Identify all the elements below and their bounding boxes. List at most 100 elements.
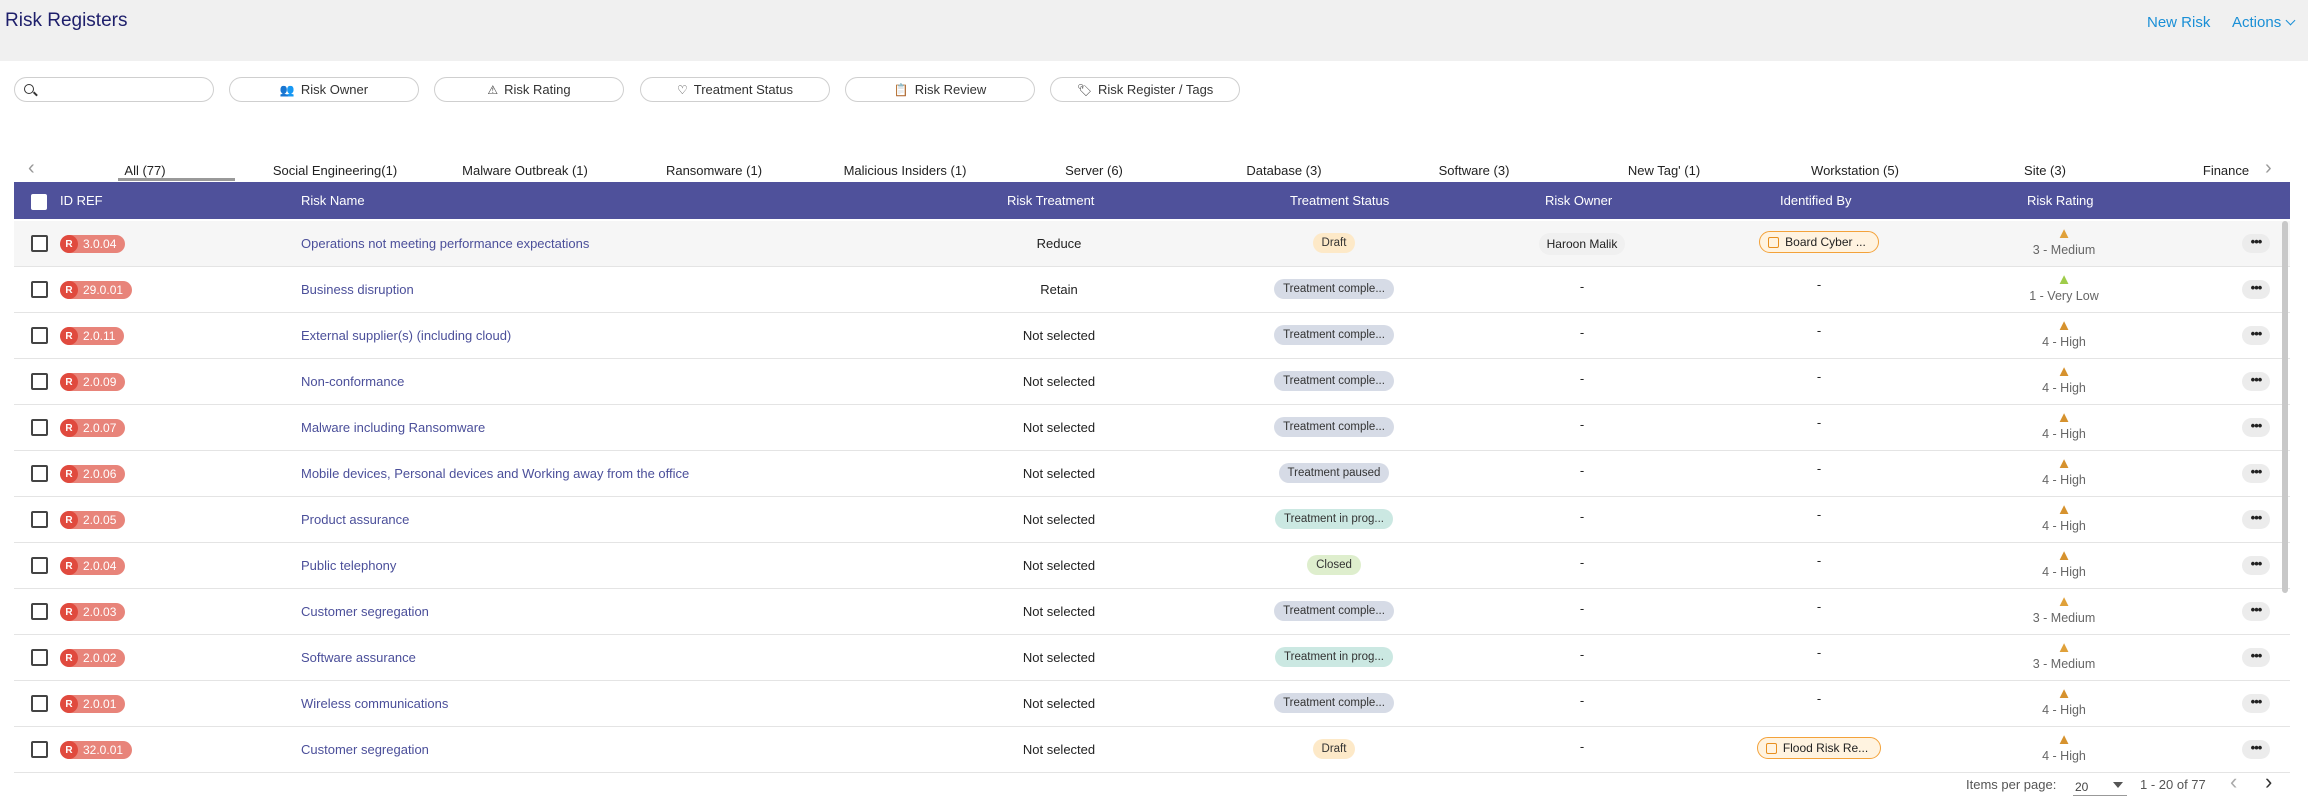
risk-name-link[interactable]: Mobile devices, Personal devices and Wor… [301,466,689,481]
row-checkbox[interactable] [31,327,48,344]
tab-0[interactable]: All (77) [124,163,165,178]
col-risk-treatment[interactable]: Risk Treatment [1007,193,1094,208]
items-per-page-select[interactable]: 20 [2073,776,2127,796]
row-checkbox[interactable] [31,281,48,298]
more-options-button[interactable]: ••• [2242,648,2270,667]
next-page-icon[interactable]: › [2265,771,2272,793]
tab-2[interactable]: Malware Outbreak (1) [462,163,588,178]
id-ref-badge[interactable]: R 2.0.09 [60,373,126,391]
tab-11[interactable]: Finance [2203,163,2249,178]
risk-name-link[interactable]: Business disruption [301,282,414,297]
id-ref-badge[interactable]: R 32.0.01 [60,741,133,759]
col-id-ref[interactable]: ID REF [60,193,103,208]
risk-rating-label: 4 - High [2042,749,2086,763]
identified-by-cell: Flood Risk Re... [1719,737,1919,759]
tab-1[interactable]: Social Engineering(1) [273,163,397,178]
table-row[interactable]: R 29.0.01 Business disruption Retain Tre… [14,267,2290,313]
risk-name-link[interactable]: External supplier(s) (including cloud) [301,328,511,343]
more-options-button[interactable]: ••• [2242,694,2270,713]
tab-9[interactable]: Workstation (5) [1811,163,1899,178]
risk-name-link[interactable]: Malware including Ransomware [301,420,485,435]
tab-7[interactable]: Software (3) [1439,163,1510,178]
tab-4[interactable]: Malicious Insiders (1) [844,163,967,178]
tab-8[interactable]: New Tag' (1) [1628,163,1700,178]
identified-by-chip[interactable]: Board Cyber ... [1759,231,1879,253]
vertical-scrollbar[interactable] [2282,221,2288,593]
id-ref-badge[interactable]: R 2.0.05 [60,511,126,529]
row-checkbox[interactable] [31,557,48,574]
table-row[interactable]: R 2.0.04 Public telephony Not selected C… [14,543,2290,589]
new-risk-button[interactable]: New Risk [2147,14,2210,31]
table-row[interactable]: R 2.0.06 Mobile devices, Personal device… [14,451,2290,497]
previous-page-icon[interactable]: ‹ [2230,771,2237,793]
id-ref-badge[interactable]: R 2.0.06 [60,465,126,483]
col-risk-rating[interactable]: Risk Rating [2027,193,2093,208]
row-checkbox[interactable] [31,695,48,712]
risk-name-link[interactable]: Operations not meeting performance expec… [301,236,589,251]
filter-risk-review-button[interactable]: 📋 Risk Review [845,77,1035,102]
more-options-button[interactable]: ••• [2242,510,2270,529]
table-row[interactable]: R 2.0.02 Software assurance Not selected… [14,635,2290,681]
row-checkbox[interactable] [31,235,48,252]
row-checkbox[interactable] [31,603,48,620]
id-ref-badge[interactable]: R 29.0.01 [60,281,133,299]
row-checkbox[interactable] [31,741,48,758]
row-checkbox[interactable] [31,373,48,390]
col-identified-by[interactable]: Identified By [1780,193,1852,208]
filter-risk-rating-button[interactable]: ⚠ Risk Rating [434,77,624,102]
table-row[interactable]: R 2.0.11 External supplier(s) (including… [14,313,2290,359]
more-options-button[interactable]: ••• [2242,372,2270,391]
row-checkbox[interactable] [31,511,48,528]
id-ref-badge[interactable]: R 2.0.07 [60,419,126,437]
row-checkbox[interactable] [31,649,48,666]
tab-6[interactable]: Database (3) [1246,163,1321,178]
id-ref-badge[interactable]: R 2.0.01 [60,695,126,713]
risk-name-link[interactable]: Wireless communications [301,696,448,711]
tab-10[interactable]: Site (3) [2024,163,2066,178]
id-ref-badge[interactable]: R 2.0.02 [60,649,126,667]
identified-by-chip[interactable]: Flood Risk Re... [1756,737,1882,759]
table-row[interactable]: R 2.0.05 Product assurance Not selected … [14,497,2290,543]
table-row[interactable]: R 2.0.09 Non-conformance Not selected Tr… [14,359,2290,405]
more-options-button[interactable]: ••• [2242,464,2270,483]
filter-risk-register-tags-button[interactable]: 🏷 Risk Register / Tags [1050,77,1240,102]
risk-name-link[interactable]: Customer segregation [301,742,429,757]
id-ref-number: 2.0.09 [83,375,117,389]
filter-treatment-status-button[interactable]: ♡ Treatment Status [640,77,830,102]
more-options-button[interactable]: ••• [2242,326,2270,345]
risk-name-link[interactable]: Customer segregation [301,604,429,619]
id-ref-badge[interactable]: R 2.0.04 [60,557,126,575]
table-row[interactable]: R 32.0.01 Customer segregation Not selec… [14,727,2290,773]
col-risk-owner[interactable]: Risk Owner [1545,193,1612,208]
tab-5[interactable]: Server (6) [1065,163,1123,178]
select-all-checkbox[interactable] [31,194,47,210]
risk-owner-cell: - [1482,601,1682,616]
col-risk-name[interactable]: Risk Name [301,193,365,208]
risk-owner-chip[interactable]: Haroon Malik [1538,233,1626,255]
more-options-button[interactable]: ••• [2242,740,2270,759]
table-row[interactable]: R 3.0.04 Operations not meeting performa… [14,221,2290,267]
more-options-button[interactable]: ••• [2242,234,2270,253]
more-options-button[interactable]: ••• [2242,556,2270,575]
risk-name-link[interactable]: Public telephony [301,558,396,573]
table-row[interactable]: R 2.0.03 Customer segregation Not select… [14,589,2290,635]
col-treatment-status[interactable]: Treatment Status [1290,193,1389,208]
risk-name-link[interactable]: Non-conformance [301,374,404,389]
more-options-button[interactable]: ••• [2242,280,2270,299]
table-row[interactable]: R 2.0.07 Malware including Ransomware No… [14,405,2290,451]
risk-rating-cell: ▲ 3 - Medium [1964,225,2164,257]
id-ref-badge[interactable]: R 3.0.04 [60,235,126,253]
risk-name-link[interactable]: Software assurance [301,650,416,665]
risk-name-link[interactable]: Product assurance [301,512,409,527]
row-checkbox[interactable] [31,419,48,436]
row-checkbox[interactable] [31,465,48,482]
more-options-button[interactable]: ••• [2242,418,2270,437]
id-ref-badge[interactable]: R 2.0.11 [60,327,125,345]
search-input[interactable] [14,77,214,102]
filter-risk-owner-button[interactable]: 👥 Risk Owner [229,77,419,102]
table-row[interactable]: R 2.0.01 Wireless communications Not sel… [14,681,2290,727]
id-ref-badge[interactable]: R 2.0.03 [60,603,126,621]
actions-menu-button[interactable]: Actions [2232,14,2296,31]
more-options-button[interactable]: ••• [2242,602,2270,621]
tab-3[interactable]: Ransomware (1) [666,163,762,178]
